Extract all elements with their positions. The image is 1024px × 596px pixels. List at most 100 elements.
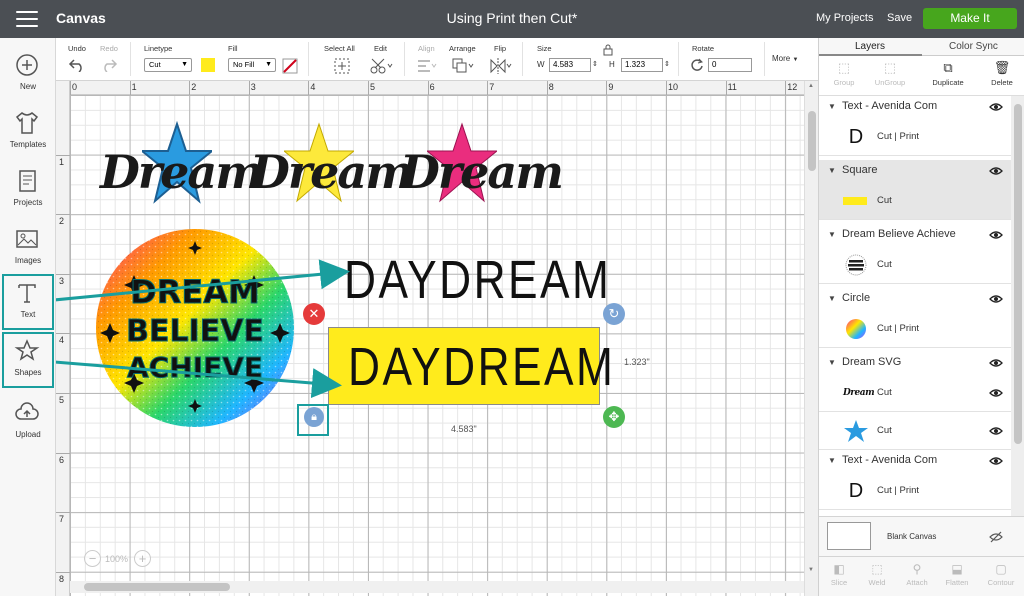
layer-group-name: Square	[842, 164, 878, 176]
sidebar-item-new[interactable]: New	[0, 46, 56, 102]
chevron-up-icon[interactable]: ▲	[808, 83, 814, 89]
lock-highlight-annotation	[297, 404, 329, 436]
weld-button[interactable]: ⬚ Weld	[857, 561, 897, 587]
chevron-down-icon[interactable]: ▼	[828, 358, 836, 367]
linetype-color-swatch[interactable]	[201, 58, 215, 72]
more-menu[interactable]: More ▼	[772, 54, 798, 63]
slice-button[interactable]: ◧ Slice	[819, 561, 859, 587]
height-input[interactable]: 1.323	[621, 58, 663, 72]
align-icon[interactable]	[416, 58, 438, 76]
contour-button[interactable]: ▢ Contour	[981, 561, 1021, 587]
layer-row[interactable]: Cut	[819, 412, 1011, 450]
eye-icon[interactable]	[989, 426, 1003, 436]
dream-text[interactable]: Dream	[100, 145, 264, 199]
eye-hidden-icon[interactable]	[989, 531, 1003, 543]
layer-row[interactable]: D Cut | Print	[819, 472, 1011, 510]
scrollbar-thumb[interactable]	[1014, 104, 1022, 444]
sidebar-item-shapes[interactable]: Shapes	[2, 332, 54, 388]
daydream-selected-text[interactable]: DAYDREAM	[348, 340, 615, 394]
layer-row[interactable]: Cut | Print	[819, 310, 1011, 348]
attach-button[interactable]: ⚲ Attach	[897, 561, 937, 587]
dream-text[interactable]: Dream	[250, 145, 414, 199]
zoom-level: 100%	[105, 554, 129, 564]
layer-group-name: Dream Believe Achieve	[842, 228, 956, 240]
scissors-icon[interactable]	[370, 58, 394, 76]
layer-group-header[interactable]: ▼ Text - Avenida Com	[819, 450, 1011, 472]
sidebar-item-upload[interactable]: Upload	[0, 394, 56, 450]
flip-icon[interactable]	[489, 58, 513, 76]
height-stepper-icon[interactable]: ⇕	[664, 60, 670, 68]
delete-handle-icon[interactable]: ✕	[303, 303, 325, 325]
fill-select[interactable]: No Fill ▼	[228, 58, 276, 72]
layer-row[interactable]: Cut	[819, 182, 1011, 220]
eye-icon[interactable]	[989, 456, 1003, 466]
select-all-icon[interactable]	[334, 58, 350, 76]
resize-handle-icon[interactable]: ✥	[603, 406, 625, 428]
dream-text[interactable]: Dream	[400, 145, 564, 199]
rainbow-badge[interactable]: DREAM BELIEVE ACHIEVE	[94, 227, 296, 429]
width-input[interactable]: 4.583	[549, 58, 591, 72]
daydream-text[interactable]: DAYDREAM	[344, 253, 611, 307]
sidebar-item-images[interactable]: Images	[0, 220, 56, 276]
arrange-icon[interactable]	[452, 58, 476, 76]
layer-group-header[interactable]: ▼ Dream SVG	[819, 352, 1011, 374]
eye-icon[interactable]	[989, 294, 1003, 304]
lock-icon[interactable]	[602, 44, 614, 58]
chevron-down-icon[interactable]: ▼	[828, 230, 836, 239]
duplicate-button[interactable]: ⧉ Duplicate	[925, 60, 971, 94]
chevron-down-icon[interactable]: ▼	[828, 166, 836, 175]
eye-icon[interactable]	[989, 358, 1003, 368]
eye-icon[interactable]	[989, 388, 1003, 398]
canvas-horizontal-scrollbar[interactable]	[70, 581, 804, 593]
sidebar-item-text[interactable]: Text	[2, 274, 54, 330]
ruler-number: 4	[59, 335, 65, 346]
blank-canvas-swatch[interactable]	[827, 522, 871, 550]
scrollbar-thumb[interactable]	[808, 111, 816, 171]
layer-group-header[interactable]: ▼ Text - Avenida Com	[819, 96, 1011, 118]
sidebar-item-projects[interactable]: Projects	[0, 162, 56, 218]
zoom-in-icon[interactable]: +	[134, 550, 151, 567]
my-projects-link[interactable]: My Projects	[816, 12, 873, 24]
scrollbar-thumb[interactable]	[84, 583, 230, 591]
make-it-button[interactable]: Make It	[923, 8, 1017, 29]
rotate-input[interactable]: 0	[708, 58, 752, 72]
layer-group-header[interactable]: ▼ Circle	[819, 288, 1011, 310]
undo-icon[interactable]	[68, 58, 86, 74]
edit-toolbar: Undo Redo Linetype Cut ▼ Fill No Fill ▼ Se…	[56, 38, 818, 81]
flatten-icon: ⬓	[951, 562, 963, 576]
fill-none-icon[interactable]	[282, 58, 298, 76]
sidebar-item-templates[interactable]: Templates	[0, 104, 56, 160]
ungroup-button[interactable]: ⬚ UnGroup	[867, 60, 913, 94]
redo-icon[interactable]	[100, 58, 118, 74]
canvas-vertical-scrollbar[interactable]: ▲ ▼	[804, 81, 818, 596]
layer-row[interactable]: Dream Cut	[819, 374, 1011, 412]
eye-icon[interactable]	[989, 102, 1003, 112]
zoom-out-icon[interactable]: −	[84, 550, 101, 567]
layers-list: ▼ Text - Avenida Com D Cut | Print ▼ Squ…	[819, 96, 1011, 516]
tab-color-sync[interactable]: Color Sync	[949, 41, 998, 52]
chevron-down-icon[interactable]: ▼	[828, 456, 836, 465]
rotate-handle-icon[interactable]: ↻	[603, 303, 625, 325]
menu-icon[interactable]	[16, 11, 38, 27]
rotate-icon[interactable]	[690, 58, 704, 74]
chevron-down-icon[interactable]: ▼	[808, 567, 814, 573]
eye-icon[interactable]	[989, 166, 1003, 176]
tab-layers[interactable]: Layers	[855, 41, 885, 52]
layers-scrollbar[interactable]	[1011, 96, 1024, 516]
group-button[interactable]: ⬚ Group	[821, 60, 867, 94]
chevron-down-icon[interactable]: ▼	[828, 294, 836, 303]
blank-canvas-row[interactable]: Blank Canvas	[819, 516, 1024, 556]
layer-row[interactable]: D Cut | Print	[819, 118, 1011, 156]
delete-button[interactable]: 🗑︎ Delete	[979, 60, 1024, 94]
layer-group-header[interactable]: ▼ Dream Believe Achieve	[819, 224, 1011, 246]
chevron-down-icon[interactable]: ▼	[828, 102, 836, 111]
design-canvas[interactable]: 0 1 2 3 4 5 6 7 8 9 10 11 12 12345678 Dream Dream Dr…	[56, 81, 804, 596]
flatten-button[interactable]: ⬓ Flatten	[937, 561, 977, 587]
eye-icon[interactable]	[989, 230, 1003, 240]
layer-group-header[interactable]: ▼ Square	[819, 160, 1011, 182]
save-button[interactable]: Save	[887, 12, 912, 24]
width-label: W	[537, 60, 545, 69]
width-stepper-icon[interactable]: ⇕	[592, 60, 598, 68]
linetype-select[interactable]: Cut ▼	[144, 58, 192, 72]
layer-row[interactable]: Cut	[819, 246, 1011, 284]
